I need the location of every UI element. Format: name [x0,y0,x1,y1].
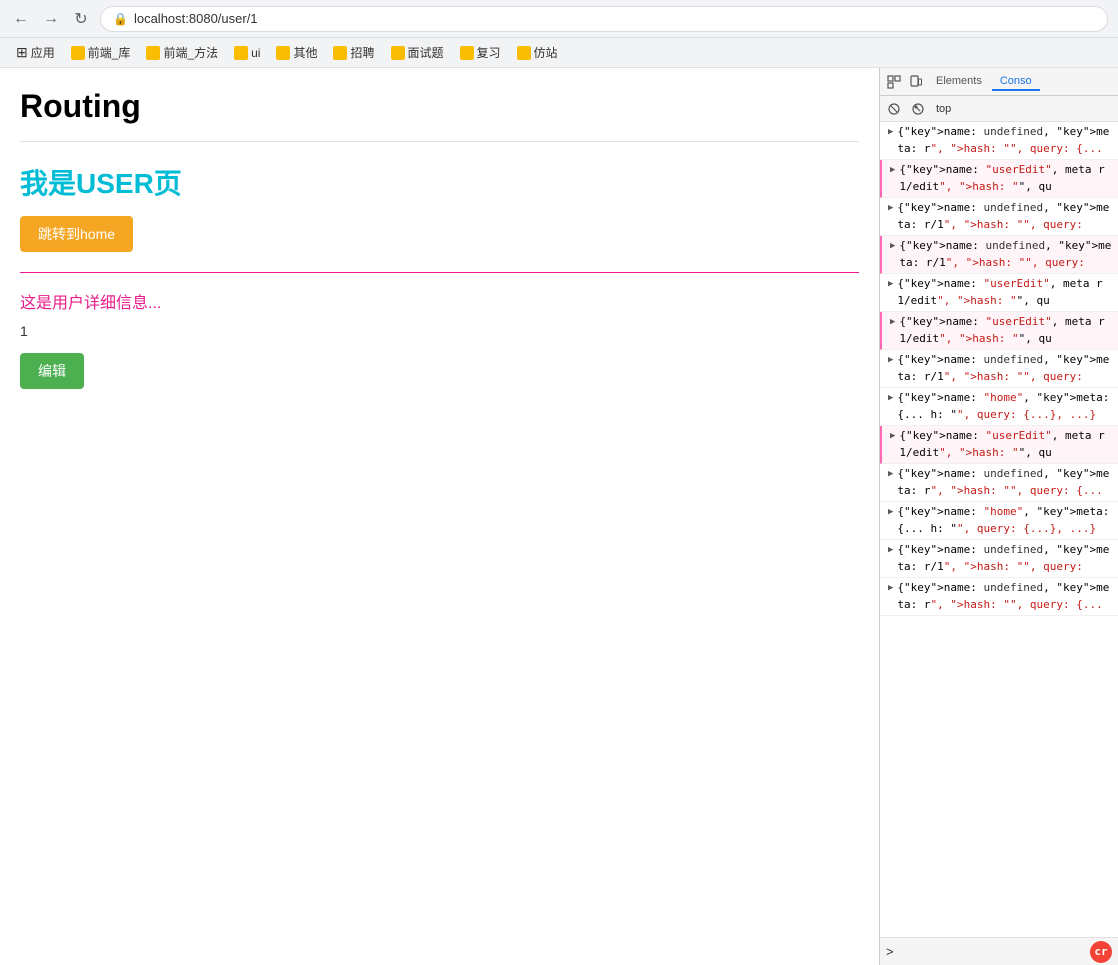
expand-arrow-icon[interactable]: ▶ [888,393,893,403]
user-detail-text: 这是用户详细信息... [20,289,859,313]
log-entry[interactable]: ▶ {"key">name: undefined, "key">meta: r",… [880,122,1118,160]
log-entry[interactable]: ▶ {"key">name: "userEdit", meta r1/edit",… [880,160,1118,198]
log-entry[interactable]: ▶ {"key">name: undefined, "key">meta: r/1… [880,236,1118,274]
main-area: Routing 我是USER页 跳转到home 这是用户详细信息... 1 编辑… [0,68,1118,965]
device-toggle-icon[interactable] [906,72,926,92]
clear-console-icon[interactable] [884,99,904,119]
log-text: {"key">name: undefined, "key">meta: r", … [897,466,1114,499]
expand-arrow-icon[interactable]: ▶ [888,203,893,213]
back-button[interactable]: ← [10,8,32,30]
inspect-element-icon[interactable] [884,72,904,92]
log-text: {"key">name: "userEdit", meta r1/edit", … [899,428,1114,461]
expand-arrow-icon[interactable]: ▶ [888,507,893,517]
bookmark-label: 前端_库 [88,44,131,61]
log-text: {"key">name: undefined, "key">meta: r/1"… [897,200,1114,233]
log-text: {"key">name: "home", "key">meta: {... h:… [897,390,1114,423]
edit-button[interactable]: 编辑 [20,353,84,389]
bookmark-jobs[interactable]: 招聘 [327,42,380,63]
bookmarks-bar: ⊞ 应用 前端_库 前端_方法 ui 其他 招聘 面试题 复习 仿站 [0,38,1118,68]
forward-button[interactable]: → [40,8,62,30]
log-entry[interactable]: ▶ {"key">name: undefined, "key">meta: r/1… [880,540,1118,578]
log-entry[interactable]: ▶ {"key">name: "home", "key">meta: {... h… [880,388,1118,426]
log-text: {"key">name: "userEdit", meta r1/edit", … [899,314,1114,347]
log-text: {"key">name: "home", "key">meta: {... h:… [897,504,1114,537]
devtools-console-toolbar: top [880,96,1118,122]
user-heading: 我是USER页 [20,162,859,202]
expand-arrow-icon[interactable]: ▶ [888,127,893,137]
expand-arrow-icon[interactable]: ▶ [888,583,893,593]
log-entry[interactable]: ▶ {"key">name: undefined, "key">meta: r/1… [880,350,1118,388]
log-entry[interactable]: ▶ {"key">name: "userEdit", meta r1/edit",… [880,426,1118,464]
bookmark-label: 面试题 [408,44,444,61]
bookmark-folder-icon [146,46,160,60]
bookmark-label: 其他 [293,44,317,61]
log-entry[interactable]: ▶ {"key">name: undefined, "key">meta: r/1… [880,198,1118,236]
error-badge: cr [1090,941,1112,963]
bookmark-apps[interactable]: ⊞ 应用 [10,42,61,63]
bookmark-clone[interactable]: 仿站 [511,42,564,63]
bookmark-folder-icon [71,46,85,60]
apps-grid-icon: ⊞ [16,44,28,61]
expand-arrow-icon[interactable]: ▶ [890,317,895,327]
filter-icon[interactable] [908,99,928,119]
expand-arrow-icon[interactable]: ▶ [888,355,893,365]
log-text: {"key">name: "userEdit", meta r1/edit", … [897,276,1114,309]
log-text: {"key">name: undefined, "key">meta: r", … [897,580,1114,613]
bookmark-folder-icon [333,46,347,60]
devtools-bottom-bar: > cr [880,937,1118,965]
log-entry[interactable]: ▶ {"key">name: undefined, "key">meta: r",… [880,578,1118,616]
url-text: localhost:8080/user/1 [134,11,258,26]
bookmark-label: 前端_方法 [163,44,218,61]
devtools-panel: Elements Conso top ▶{"key">name: undefin… [880,68,1118,965]
expand-arrow-icon[interactable]: ▶ [888,469,893,479]
log-entry[interactable]: ▶ {"key">name: undefined, "key">meta: r",… [880,464,1118,502]
expand-arrow-icon[interactable]: ▶ [888,279,893,289]
log-text: {"key">name: undefined, "key">meta: r/1"… [897,352,1114,385]
console-prompt[interactable]: > [886,944,894,959]
lock-icon: 🔒 [113,12,128,26]
bookmark-ui[interactable]: ui [228,44,266,62]
bookmark-folder-icon [234,46,248,60]
bookmark-label: 仿站 [534,44,558,61]
bookmark-label: 应用 [31,44,55,61]
log-entry[interactable]: ▶ {"key">name: "userEdit", meta r1/edit",… [880,312,1118,350]
expand-arrow-icon[interactable]: ▶ [890,241,895,251]
browser-toolbar: ← → ↻ 🔒 localhost:8080/user/1 [0,0,1118,38]
go-home-button[interactable]: 跳转到home [20,216,133,252]
user-id-text: 1 [20,323,859,339]
bookmark-other[interactable]: 其他 [270,42,323,63]
bookmark-folder-icon [276,46,290,60]
bookmark-label: 招聘 [350,44,374,61]
log-text: {"key">name: undefined, "key">meta: r", … [897,124,1114,157]
bookmark-interview[interactable]: 面试题 [385,42,450,63]
address-bar[interactable]: 🔒 localhost:8080/user/1 [100,6,1108,32]
expand-arrow-icon[interactable]: ▶ [888,545,893,555]
devtools-log-area: ▶{"key">name: undefined, "key">meta: r",… [880,122,1118,937]
bookmark-label: ui [251,46,260,60]
log-text: {"key">name: "userEdit", meta r1/edit", … [899,162,1114,195]
page-title: Routing [20,88,859,142]
log-text: {"key">name: undefined, "key">meta: r/1"… [899,238,1114,271]
bookmark-folder-icon [517,46,531,60]
expand-arrow-icon[interactable]: ▶ [890,431,895,441]
tab-elements[interactable]: Elements [928,73,990,91]
bookmark-folder-icon [460,46,474,60]
bookmark-fe-lib[interactable]: 前端_库 [65,42,137,63]
bookmark-folder-icon [391,46,405,60]
expand-arrow-icon[interactable]: ▶ [890,165,895,175]
section-divider [20,272,859,273]
page-content: Routing 我是USER页 跳转到home 这是用户详细信息... 1 编辑 [0,68,880,965]
bookmark-label: 复习 [477,44,501,61]
context-selector[interactable]: top [932,103,955,115]
log-entry[interactable]: ▶ {"key">name: "home", "key">meta: {... h… [880,502,1118,540]
log-entry[interactable]: ▶ {"key">name: "userEdit", meta r1/edit",… [880,274,1118,312]
reload-button[interactable]: ↻ [70,8,92,30]
log-text: {"key">name: undefined, "key">meta: r/1"… [897,542,1114,575]
tab-console[interactable]: Conso [992,73,1040,91]
devtools-tabs-bar: Elements Conso [880,68,1118,96]
bookmark-fe-method[interactable]: 前端_方法 [140,42,224,63]
bookmark-review[interactable]: 复习 [454,42,507,63]
